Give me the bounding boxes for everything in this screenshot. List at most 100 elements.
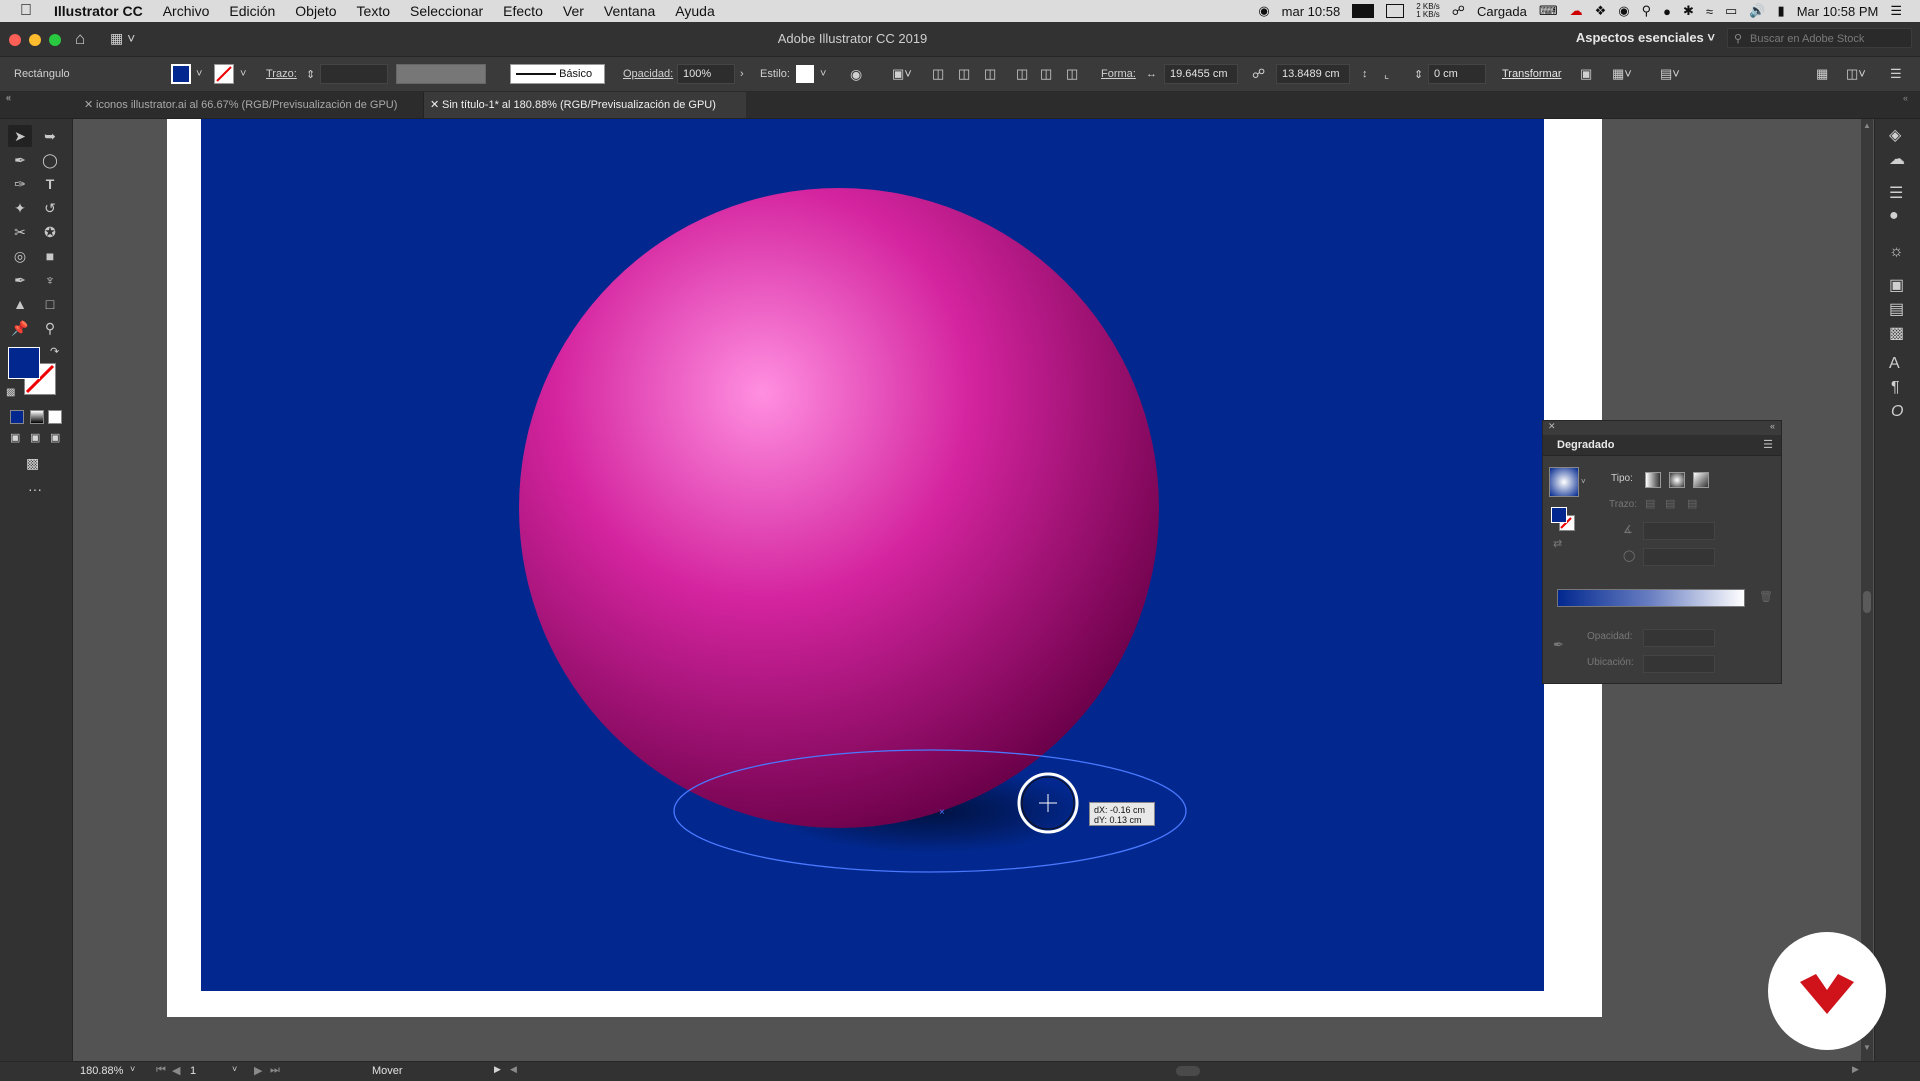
vertical-scrollbar[interactable]: ▲ ▼	[1861, 119, 1873, 1061]
stroke-dropdown-icon[interactable]: ˅	[240, 68, 246, 80]
rotate-tool-icon[interactable]: ↺	[38, 197, 62, 219]
eyedropper-icon[interactable]: ✒	[1553, 637, 1564, 653]
notification-center-icon[interactable]: ☰	[1890, 3, 1902, 19]
close-tab-icon[interactable]: ✕	[84, 92, 93, 118]
airplay-icon[interactable]: ▭	[1725, 3, 1737, 19]
constrain-proportions-icon[interactable]: ☍	[1252, 66, 1265, 82]
screen-mode-icon[interactable]: ▩	[26, 455, 39, 472]
eye-icon[interactable]: ◉	[1618, 3, 1629, 19]
stroke-weight-field[interactable]	[320, 64, 388, 84]
libraries-icon[interactable]: ☁	[1889, 149, 1905, 169]
expand-tools-icon[interactable]: «	[6, 93, 11, 103]
panel-menu-icon[interactable]: ☰	[1763, 438, 1773, 451]
shape-label[interactable]: Forma:	[1101, 68, 1136, 80]
align-top-icon[interactable]: ◫	[1016, 66, 1028, 82]
scroll-left-icon[interactable]: ◀	[510, 1064, 517, 1075]
pathfinder-icon[interactable]: ▩	[1889, 323, 1904, 343]
gradient-preset-dropdown-icon[interactable]: ˅	[1581, 477, 1586, 486]
align-hcenter-icon[interactable]: ◫	[958, 66, 970, 82]
stop-opacity-field[interactable]	[1643, 629, 1715, 647]
pen-tool-icon[interactable]: ✒	[8, 149, 32, 171]
gradient-tool-icon[interactable]: ■	[38, 245, 62, 267]
corner-radius-field[interactable]: 0 cm	[1428, 64, 1486, 84]
siri-icon[interactable]: ●	[1663, 4, 1671, 19]
menu-seleccionar[interactable]: Seleccionar	[400, 3, 493, 19]
tab-sin-titulo-1[interactable]: ✕ Sin título-1* al 180.88% (RGB/Previsua…	[424, 92, 746, 118]
corner-type-icon[interactable]: ⌞	[1384, 68, 1389, 81]
layers-icon[interactable]: ◈	[1889, 125, 1901, 145]
gradient-preview-swatch[interactable]	[1549, 467, 1579, 497]
opacity-label[interactable]: Opacidad:	[623, 68, 673, 80]
eyedropper-tool-icon[interactable]: ✒	[8, 269, 32, 291]
panel-fill-swatch[interactable]	[1551, 507, 1567, 523]
opacity-arrow-icon[interactable]: ›	[740, 68, 744, 80]
first-artboard-icon[interactable]: ⏮	[156, 1064, 166, 1077]
align-vcenter-icon[interactable]: ◫	[1040, 66, 1052, 82]
menu-ventana[interactable]: Ventana	[594, 3, 665, 19]
panel-toggle-icon[interactable]: ▦	[1816, 66, 1828, 82]
monitor-icon[interactable]	[1352, 4, 1375, 18]
artboard-number[interactable]: 1	[190, 1065, 196, 1077]
keyboard-icon[interactable]: ⌨	[1539, 3, 1558, 19]
pink-sphere[interactable]	[519, 188, 1159, 828]
menu-texto[interactable]: Texto	[347, 3, 400, 19]
network-speed[interactable]: 2 KB/s 1 KB/s	[1416, 3, 1440, 19]
bluetooth-icon[interactable]: ✱	[1683, 3, 1694, 19]
draw-normal-icon[interactable]: ▣	[10, 431, 20, 444]
opacity-field[interactable]: 100%	[677, 64, 735, 84]
radial-gradient-icon[interactable]	[1669, 472, 1685, 488]
paintbrush-tool-icon[interactable]: ✑	[8, 173, 32, 195]
color-mode-icon[interactable]	[10, 410, 24, 424]
creative-cloud-icon[interactable]: ☁	[1570, 3, 1583, 19]
selection-tool-icon[interactable]: ➤	[8, 125, 32, 147]
workspace-switcher[interactable]: Aspectos esenciales ˅	[1576, 30, 1715, 45]
isolate-group-icon[interactable]: ▣	[1580, 66, 1592, 82]
scroll-right-icon[interactable]: ▶	[1852, 1064, 1859, 1075]
properties-icon[interactable]: ☰	[1889, 183, 1903, 203]
default-fill-stroke-icon[interactable]: ▩	[6, 387, 15, 398]
graphic-style-swatch[interactable]	[796, 65, 814, 83]
horizontal-scroll-thumb[interactable]	[1176, 1066, 1200, 1076]
gradient-slider[interactable]	[1557, 589, 1745, 607]
appearance-icon[interactable]: ☼	[1889, 243, 1904, 261]
brush-definition-dropdown[interactable]: Básico	[510, 64, 605, 84]
zoom-level[interactable]: 180.88%	[80, 1065, 123, 1077]
stroke-color-swatch[interactable]	[214, 64, 234, 84]
zoom-tool-icon[interactable]: ⚲	[38, 317, 62, 339]
color-icon[interactable]: ●	[1889, 207, 1899, 225]
stroke-along-icon[interactable]: ▤	[1665, 497, 1675, 510]
character-icon[interactable]: A	[1889, 355, 1900, 373]
scissors-tool-icon[interactable]: ✂	[8, 221, 32, 243]
collapse-panel-icon[interactable]: «	[1770, 421, 1775, 431]
ellipse-tool-icon[interactable]: ◯	[38, 149, 62, 171]
align-right-icon[interactable]: ◫	[984, 66, 996, 82]
menu-app-name[interactable]: Illustrator CC	[44, 3, 153, 19]
corner-stepper[interactable]: ⇕	[1414, 68, 1423, 81]
reverse-gradient-icon[interactable]: ⇄	[1553, 537, 1562, 550]
fill-dropdown-icon[interactable]: ˅	[196, 68, 202, 80]
artboard-dropdown-icon[interactable]: ˅	[232, 1064, 237, 1074]
search-icon[interactable]: ⚲	[1642, 3, 1652, 19]
stop-location-field[interactable]	[1643, 655, 1715, 673]
menu-ver[interactable]: Ver	[553, 3, 594, 19]
align-bottom-icon[interactable]: ◫	[1066, 66, 1078, 82]
menu-edicion[interactable]: Edición	[219, 3, 285, 19]
fill-swatch[interactable]	[8, 347, 40, 379]
height-field[interactable]: 13.8489 cm	[1276, 64, 1350, 84]
stroke-label[interactable]: Trazo:	[266, 68, 297, 80]
live-paint-tool-icon[interactable]: ▲	[8, 293, 32, 315]
last-artboard-icon[interactable]: ⏭	[270, 1064, 280, 1077]
status-menu-icon[interactable]: ▶	[494, 1064, 501, 1075]
tool-status[interactable]: Mover	[372, 1065, 403, 1077]
battery-status-icon[interactable]: ☍	[1452, 3, 1465, 19]
dropbox-icon[interactable]: ❖	[1595, 3, 1607, 19]
align-panel-icon[interactable]: ▤	[1889, 299, 1904, 319]
type-tool-icon[interactable]: T	[38, 173, 62, 195]
opentype-icon[interactable]: O	[1891, 403, 1903, 421]
draw-inside-icon[interactable]: ▣	[50, 431, 60, 444]
arrange-icon[interactable]: ▦˅	[1612, 66, 1632, 82]
shape-builder-tool-icon[interactable]: ◎	[8, 245, 32, 267]
scroll-up-icon[interactable]: ▲	[1863, 121, 1871, 130]
linear-gradient-icon[interactable]	[1645, 472, 1661, 488]
close-tab-icon[interactable]: ✕	[430, 92, 439, 118]
